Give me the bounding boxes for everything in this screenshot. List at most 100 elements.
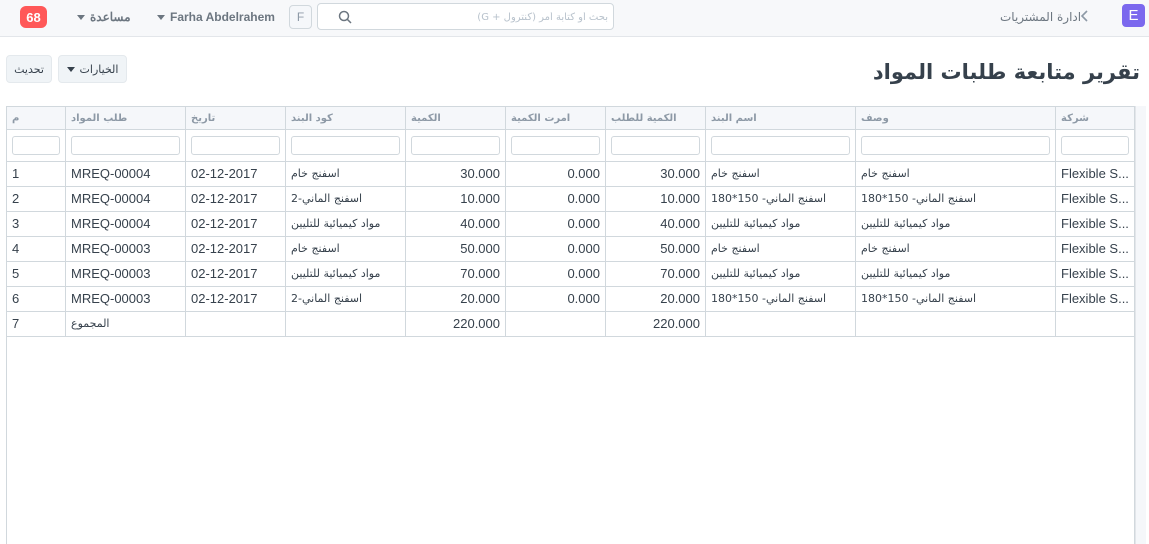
cell-index: 4 (7, 236, 66, 261)
cell-ordered-qty: 0.000 (506, 211, 606, 236)
cell-item-code[interactable]: اسفنج الماني-2 (286, 186, 406, 211)
cell-material-request[interactable]: MREQ-00003 (66, 286, 186, 311)
cell-index: 7 (7, 311, 66, 336)
cell-index: 1 (7, 161, 66, 186)
cell-company[interactable]: Flexible S... (1056, 186, 1134, 211)
caret-down-icon (77, 14, 85, 20)
cell-description (856, 311, 1056, 336)
cell-qty: 20.000 (406, 286, 506, 311)
filter-row (7, 130, 1134, 162)
col-header-material-request[interactable]: طلب المواد (66, 107, 186, 129)
filter-input-qty[interactable] (411, 136, 500, 155)
cell-description: مواد كيميائية للتليين (856, 211, 1056, 236)
grid-scrollbar[interactable] (1135, 106, 1146, 544)
table-row[interactable]: 3 MREQ-00004 02-12-2017 مواد كيميائية لل… (7, 211, 1134, 237)
cell-qty-to-order: 50.000 (606, 236, 706, 261)
filter-input-item-name[interactable] (711, 136, 850, 155)
cell-company[interactable]: Flexible S... (1056, 236, 1134, 261)
cell-material-request[interactable]: MREQ-00003 (66, 261, 186, 286)
notifications-badge[interactable]: 68 (20, 6, 47, 28)
table-row[interactable]: 4 MREQ-00003 02-12-2017 اسفنج خام 50.000… (7, 236, 1134, 262)
cell-ordered-qty (506, 311, 606, 336)
cell-item-name: مواد كيميائية للتليين (706, 261, 856, 286)
options-label: الخيارات (79, 62, 119, 76)
cell-description: اسفنج خام (856, 236, 1056, 261)
table-row[interactable]: 2 MREQ-00004 02-12-2017 اسفنج الماني-2 1… (7, 186, 1134, 212)
table-row[interactable]: 1 MREQ-00004 02-12-2017 اسفنج خام 30.000… (7, 161, 1134, 187)
cell-material-request[interactable]: MREQ-00004 (66, 161, 186, 186)
options-button[interactable]: الخيارات (58, 55, 127, 83)
cell-item-code (286, 311, 406, 336)
table-row[interactable]: 6 MREQ-00003 02-12-2017 اسفنج الماني-2 2… (7, 286, 1134, 312)
cell-company (1056, 311, 1134, 336)
filter-input-item-code[interactable] (291, 136, 400, 155)
cell-date: 02-12-2017 (186, 186, 286, 211)
refresh-button[interactable]: تحديث (6, 55, 52, 83)
cell-item-name (706, 311, 856, 336)
cell-item-name: اسفنج خام (706, 236, 856, 261)
cell-date: 02-12-2017 (186, 261, 286, 286)
col-header-ordered-qty[interactable]: امرت الكمية (506, 107, 606, 129)
cell-description: مواد كيميائية للتليين (856, 261, 1056, 286)
cell-item-code[interactable]: اسفنج خام (286, 161, 406, 186)
cell-date: 02-12-2017 (186, 161, 286, 186)
cell-company[interactable]: Flexible S... (1056, 161, 1134, 186)
col-header-index[interactable]: م (7, 107, 66, 129)
chevron-left-icon[interactable] (1080, 9, 1090, 23)
cell-date: 02-12-2017 (186, 236, 286, 261)
total-qty-to-order: 220.000 (606, 311, 706, 336)
cell-item-code[interactable]: مواد كيميائية للتليين (286, 211, 406, 236)
cell-qty: 70.000 (406, 261, 506, 286)
col-header-qty[interactable]: الكمية (406, 107, 506, 129)
total-label: المجموع (66, 311, 186, 336)
filter-input-company[interactable] (1061, 136, 1129, 155)
cell-item-code[interactable]: اسفنج الماني-2 (286, 286, 406, 311)
breadcrumb[interactable]: ادارة المشتريات (1000, 10, 1081, 24)
col-header-item-name[interactable]: اسم البند (706, 107, 856, 129)
col-header-qty-to-order[interactable]: الكمية للطلب (606, 107, 706, 129)
cell-date (186, 311, 286, 336)
cell-item-code[interactable]: مواد كيميائية للتليين (286, 261, 406, 286)
navbar: 68 مساعدة Farha Abdelrahem F ادارة المشت… (0, 0, 1149, 37)
col-header-company[interactable]: شركة (1056, 107, 1134, 129)
cell-ordered-qty: 0.000 (506, 286, 606, 311)
avatar[interactable]: F (289, 5, 312, 29)
cell-company[interactable]: Flexible S... (1056, 211, 1134, 236)
filter-input-date[interactable] (191, 136, 280, 155)
search-box[interactable] (317, 3, 614, 30)
filter-input-description[interactable] (861, 136, 1050, 155)
cell-qty-to-order: 70.000 (606, 261, 706, 286)
filter-input-index[interactable] (12, 136, 60, 155)
col-header-date[interactable]: تاريخ (186, 107, 286, 129)
user-dropdown[interactable]: Farha Abdelrahem (157, 10, 275, 24)
table-row[interactable]: 5 MREQ-00003 02-12-2017 مواد كيميائية لل… (7, 261, 1134, 287)
cell-index: 6 (7, 286, 66, 311)
cell-qty: 40.000 (406, 211, 506, 236)
filter-input-material-request[interactable] (71, 136, 180, 155)
cell-company[interactable]: Flexible S... (1056, 286, 1134, 311)
caret-down-icon (157, 14, 165, 20)
app-logo[interactable]: E (1122, 4, 1145, 27)
help-label: مساعدة (90, 10, 131, 24)
cell-material-request[interactable]: MREQ-00004 (66, 211, 186, 236)
cell-material-request[interactable]: MREQ-00003 (66, 236, 186, 261)
filter-input-qty-to-order[interactable] (611, 136, 700, 155)
search-input[interactable] (364, 6, 610, 28)
cell-qty-to-order: 30.000 (606, 161, 706, 186)
total-row: 7 المجموع 220.000 220.000 (7, 311, 1134, 337)
col-header-item-code[interactable]: كود البند (286, 107, 406, 129)
cell-date: 02-12-2017 (186, 211, 286, 236)
help-dropdown[interactable]: مساعدة (77, 10, 131, 24)
filter-input-ordered-qty[interactable] (511, 136, 600, 155)
page-title: تقرير متابعة طلبات المواد (872, 60, 1140, 84)
cell-qty-to-order: 10.000 (606, 186, 706, 211)
user-name: Farha Abdelrahem (170, 10, 275, 24)
cell-ordered-qty: 0.000 (506, 186, 606, 211)
refresh-label: تحديث (14, 62, 44, 76)
cell-material-request[interactable]: MREQ-00004 (66, 186, 186, 211)
cell-company[interactable]: Flexible S... (1056, 261, 1134, 286)
cell-item-code[interactable]: اسفنج خام (286, 236, 406, 261)
cell-description: اسفنج خام (856, 161, 1056, 186)
col-header-description[interactable]: وصف (856, 107, 1056, 129)
cell-index: 2 (7, 186, 66, 211)
